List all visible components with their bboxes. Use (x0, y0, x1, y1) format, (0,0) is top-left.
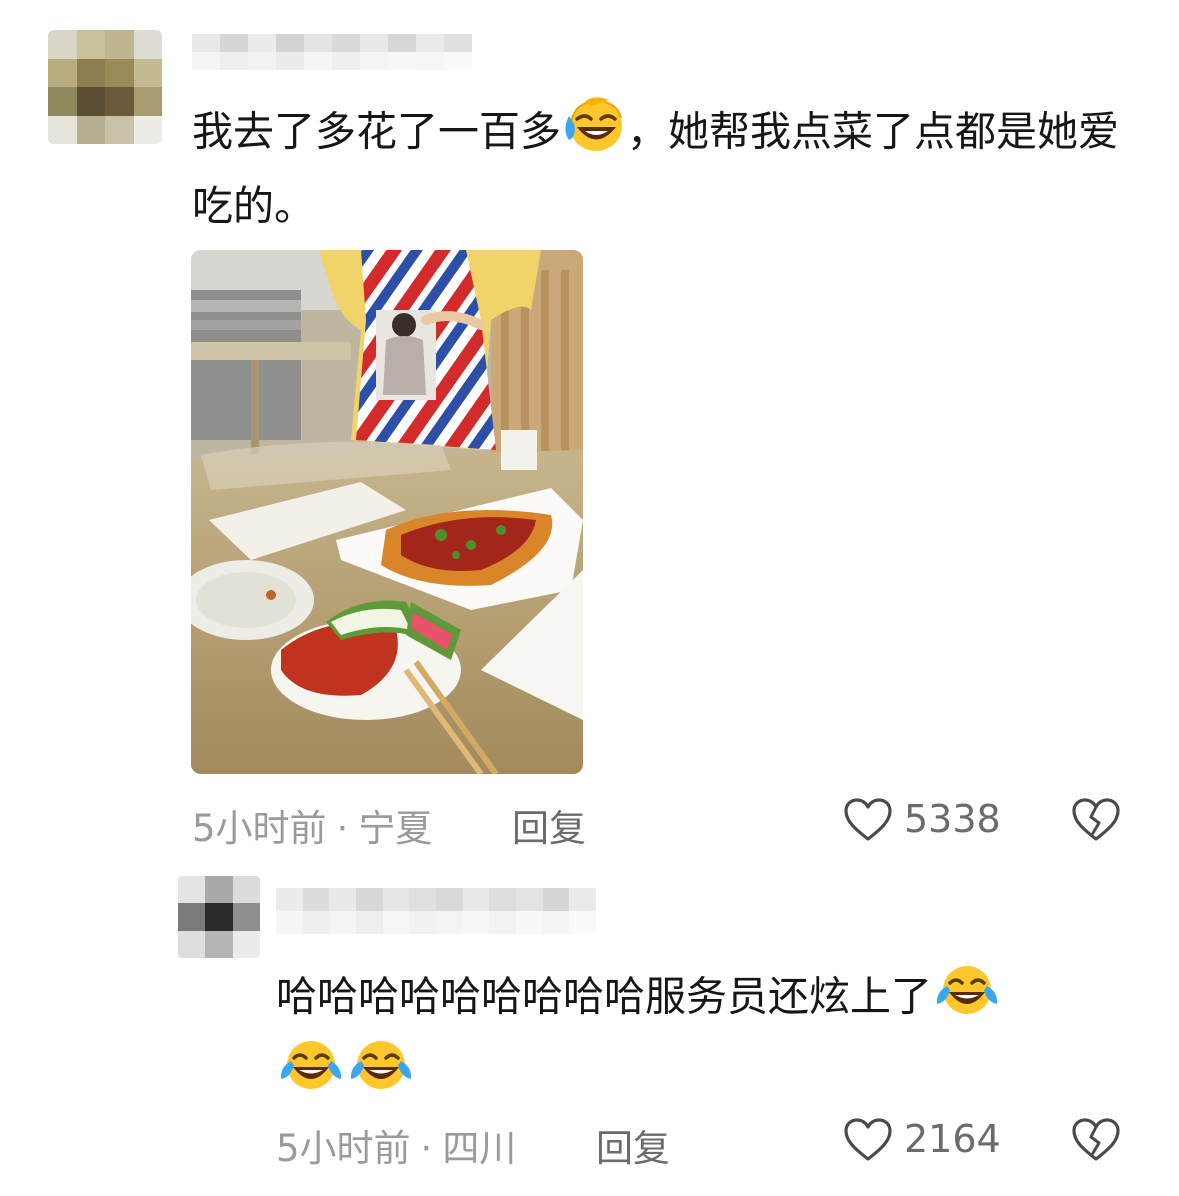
tears-of-joy-icon (934, 962, 1000, 1037)
dislike-button[interactable] (1070, 1116, 1122, 1164)
dislike-button[interactable] (1070, 796, 1122, 844)
heart-outline-icon (844, 1118, 892, 1161)
comment-text: 哈哈哈哈哈哈哈哈哈服务员还炫上了 (276, 962, 1116, 1112)
comment-meta: 5小时前 · 宁夏 (192, 798, 432, 852)
comment-location: 宁夏 (358, 807, 433, 850)
username-blurred[interactable] (276, 888, 596, 934)
comment-text: 我去了多花了一百多 ，她帮我点菜了点都是她爱吃的。 (192, 96, 1122, 239)
broken-heart-icon (1072, 798, 1120, 841)
meta-separator: · (336, 807, 349, 850)
comment-text-part: 我去了多花了一百多 (192, 107, 561, 156)
comment-time: 5小时前 (192, 807, 327, 850)
tears-of-joy-icon (348, 1037, 414, 1112)
sweat-smile-laugh-icon (563, 96, 625, 173)
reply-button[interactable]: 回复 (512, 798, 586, 852)
comment-location: 四川 (442, 1127, 517, 1170)
comment-text-part: 哈哈哈哈哈哈哈哈哈服务员还炫上了 (276, 972, 932, 1021)
comment-photo[interactable] (191, 250, 583, 774)
tears-of-joy-icon (278, 1037, 344, 1112)
heart-outline-icon (844, 798, 892, 841)
like-count: 5338 (904, 797, 1001, 841)
broken-heart-icon (1072, 1118, 1120, 1161)
avatar[interactable] (178, 876, 260, 958)
like-button[interactable] (842, 796, 894, 844)
avatar[interactable] (48, 30, 162, 144)
like-count: 2164 (904, 1117, 1001, 1161)
meta-separator: · (420, 1127, 433, 1170)
reply-button[interactable]: 回复 (596, 1118, 670, 1172)
like-button[interactable] (842, 1116, 894, 1164)
username-blurred[interactable] (192, 34, 472, 70)
comment-meta: 5小时前 · 四川 (276, 1118, 516, 1172)
comment-time: 5小时前 (276, 1127, 411, 1170)
